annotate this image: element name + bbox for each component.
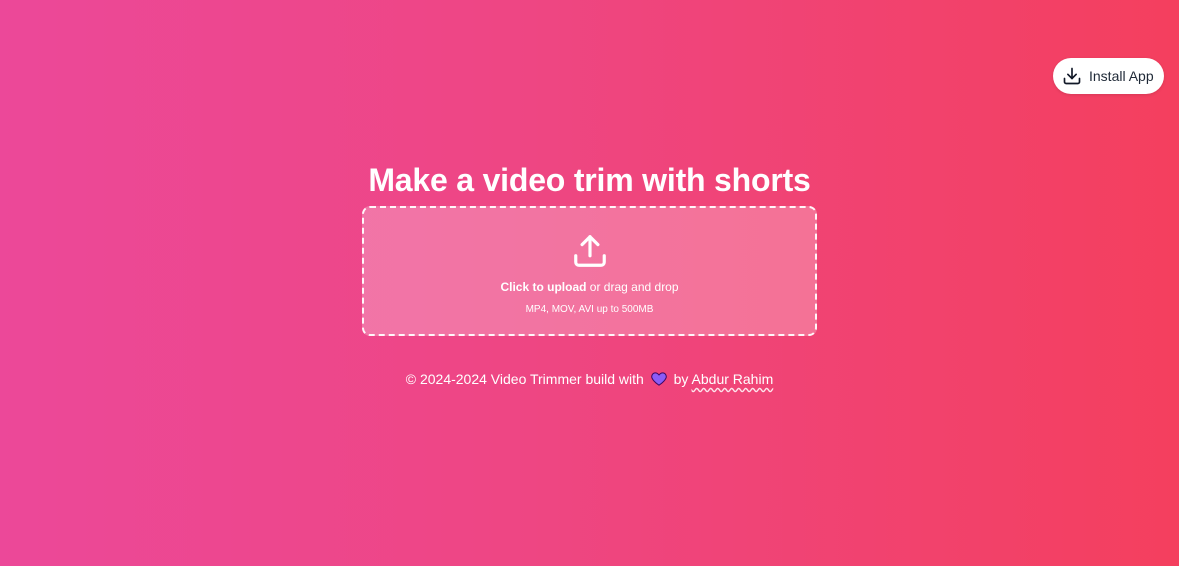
upload-icon <box>571 232 609 270</box>
heart-icon <box>650 371 667 389</box>
download-icon <box>1062 66 1082 86</box>
install-app-label: Install App <box>1089 68 1154 84</box>
footer: © 2024-2024 Video Trimmer build with by … <box>0 371 1179 389</box>
by-text: by <box>673 371 689 387</box>
upload-dropzone[interactable]: Click to upload or drag and drop MP4, MO… <box>362 206 817 336</box>
click-to-upload-text[interactable]: Click to upload <box>500 280 586 294</box>
install-app-button[interactable]: Install App <box>1053 58 1164 94</box>
author-link[interactable]: Abdur Rahim <box>692 371 774 387</box>
copyright-text: © 2024-2024 Video Trimmer build with <box>405 371 644 387</box>
drag-drop-text: or drag and drop <box>586 280 679 294</box>
upload-file-hint: MP4, MOV, AVI up to 500MB <box>525 304 654 315</box>
upload-instructions: Click to upload or drag and drop <box>500 280 678 294</box>
page-title: Make a video trim with shorts <box>368 162 811 198</box>
